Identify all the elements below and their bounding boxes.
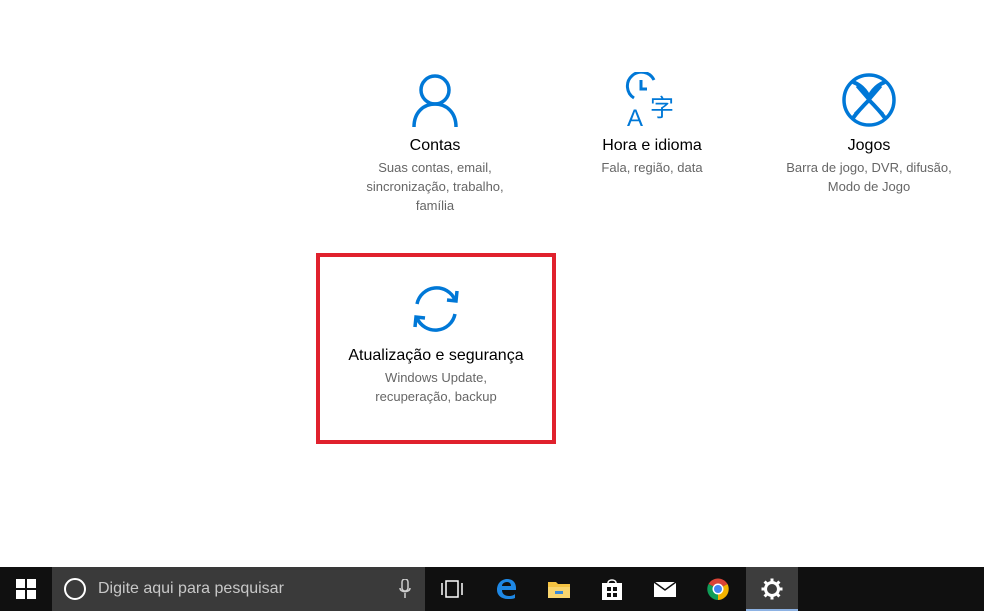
cortana-icon xyxy=(64,578,86,600)
settings-main: Contas Suas contas, email, sincronização… xyxy=(0,0,984,567)
task-view-button[interactable] xyxy=(428,567,476,611)
edge-icon xyxy=(497,579,516,599)
settings-gear-icon xyxy=(761,578,783,600)
tile-description: Fala, região, data xyxy=(601,160,703,175)
person-icon xyxy=(412,74,458,128)
mail-icon xyxy=(653,581,677,597)
svg-text:字: 字 xyxy=(650,94,674,122)
start-button[interactable] xyxy=(0,567,52,611)
tile-title: Atualização e segurança xyxy=(348,347,524,364)
search-placeholder: Digite aqui para pesquisar xyxy=(98,580,284,597)
tile-hora-idioma[interactable]: A 字 Hora e idioma Fala, região, data xyxy=(572,72,732,177)
chrome-icon xyxy=(707,578,729,600)
file-explorer-button[interactable] xyxy=(535,567,583,611)
tile-title: Hora e idioma xyxy=(602,137,702,154)
mail-button[interactable] xyxy=(640,567,690,611)
task-view-icon xyxy=(441,580,463,598)
taskbar: Digite aqui para pesquisar xyxy=(0,567,984,611)
edge-button[interactable] xyxy=(482,567,530,611)
sync-icon xyxy=(413,286,459,332)
tile-atualizacao-seguranca[interactable]: Atualização e segurança Windows Update, … xyxy=(316,280,556,406)
tile-description: Barra de jogo, DVR, difusão, Modo de Jog… xyxy=(786,160,952,194)
windows-start-icon xyxy=(16,579,36,599)
store-button[interactable] xyxy=(587,567,637,611)
store-icon xyxy=(602,579,622,600)
tile-jogos[interactable]: Jogos Barra de jogo, DVR, difusão, Modo … xyxy=(774,72,964,196)
microphone-icon[interactable] xyxy=(399,579,411,599)
tile-title: Jogos xyxy=(847,137,891,154)
tile-description: Windows Update, recuperação, backup xyxy=(375,370,497,404)
xbox-icon xyxy=(842,73,896,127)
tile-contas[interactable]: Contas Suas contas, email, sincronização… xyxy=(345,72,525,215)
time-language-icon: A 字 xyxy=(625,72,674,128)
tile-description: Suas contas, email, sincronização, traba… xyxy=(366,160,504,213)
taskbar-search-box[interactable]: Digite aqui para pesquisar xyxy=(52,567,425,611)
tile-title: Contas xyxy=(409,137,461,154)
svg-text:A: A xyxy=(627,105,643,128)
chrome-button[interactable] xyxy=(693,567,743,611)
settings-taskbar-button[interactable] xyxy=(746,567,798,611)
file-explorer-icon xyxy=(548,582,570,598)
